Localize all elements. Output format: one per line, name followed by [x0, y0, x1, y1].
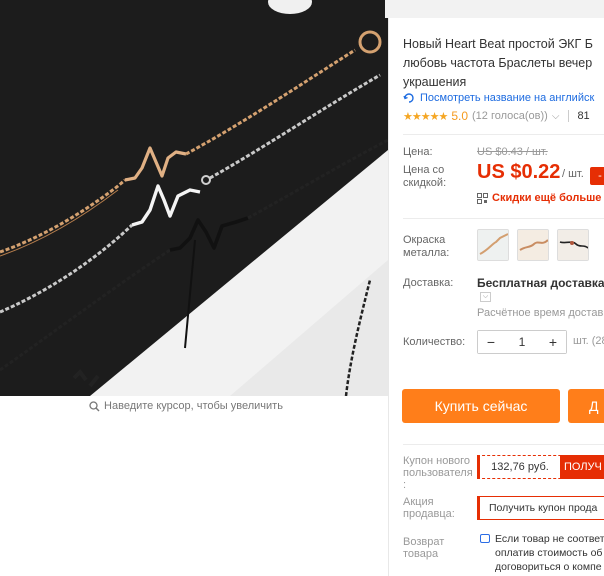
rating-row: ★★★★★ 5.0 (12 голоса(ов)) ⌵ 81	[403, 109, 590, 123]
rating-value: 5.0	[451, 109, 468, 123]
color-label-2: металла:	[403, 247, 450, 259]
translate-link-text[interactable]: Посмотреть название на английск	[420, 92, 594, 104]
new-user-coupon-label-2: пользователя	[403, 467, 473, 479]
shipping-label: Доставка:	[403, 277, 454, 289]
quantity-value[interactable]: 1	[504, 335, 540, 349]
shipping-text: Бесплатная доставка в	[477, 276, 604, 290]
qr-code-icon	[477, 192, 488, 204]
divider	[403, 444, 604, 445]
product-page: Наведите курсор, чтобы увеличить Новый H…	[0, 0, 604, 576]
buy-now-button[interactable]: Купить сейчас	[402, 389, 560, 423]
quantity-available: шт. (28	[573, 335, 604, 347]
quantity-label: Количество:	[403, 336, 466, 348]
return-policy: Если товар не соответ оплатив стоимость …	[480, 532, 604, 574]
product-image[interactable]	[0, 0, 388, 396]
price-label: Цена:	[403, 146, 433, 158]
title-line-2: любовь частота Браслеты вечер	[403, 56, 593, 70]
seller-coupon-button[interactable]: Получить купон прода	[477, 496, 604, 520]
return-line-1: Если товар не соответ	[480, 532, 604, 546]
zoom-hint-text: Наведите курсор, чтобы увеличить	[104, 400, 283, 412]
divider	[403, 218, 604, 219]
quantity-stepper: − 1 +	[477, 330, 567, 354]
original-price: US $0.43 / шт.	[477, 146, 548, 158]
swatch-rose-gold[interactable]	[477, 229, 509, 261]
rating-separator	[568, 110, 570, 122]
return-line-2: оплатив стоимость об	[495, 547, 603, 559]
discount-price-label-1: Цена со	[403, 164, 445, 176]
star-rating-icon: ★★★★★	[403, 110, 448, 123]
color-swatches	[477, 229, 589, 261]
swatch-rose-gold-image	[478, 230, 508, 260]
orders-count: 81	[577, 110, 590, 122]
chevron-down-icon[interactable]: ⌵	[552, 111, 560, 122]
translate-link[interactable]: Посмотреть название на английск	[403, 92, 594, 104]
quantity-increment-button[interactable]: +	[540, 331, 566, 353]
magnifier-icon	[89, 400, 100, 411]
return-policy-icon	[480, 534, 490, 543]
delivery-time: Расчётное время доставк	[477, 307, 604, 319]
return-line-1-text: Если товар не соответ	[495, 533, 604, 545]
top-bar	[385, 0, 604, 18]
get-coupon-button[interactable]: ПОЛУЧ	[560, 455, 604, 479]
new-user-coupon-label-3: :	[403, 479, 407, 491]
divider	[403, 134, 604, 135]
column-divider	[388, 0, 389, 576]
promo-text[interactable]: Скидки ещё больше в	[492, 192, 604, 204]
votes-count[interactable]: (12 голоса(ов))	[472, 110, 548, 122]
swatch-gold-image	[518, 230, 548, 260]
translate-icon	[403, 93, 414, 103]
coupon-amount: 132,76 руб.	[491, 461, 549, 473]
title-line-1: Новый Heart Beat простой ЭКГ Б	[403, 37, 593, 51]
swatch-black-image	[558, 230, 588, 260]
quantity-decrement-button[interactable]: −	[478, 331, 504, 353]
zoom-hint: Наведите курсор, чтобы увеличить	[0, 400, 372, 412]
bracelet-photo	[0, 0, 388, 396]
swatch-gold[interactable]	[517, 229, 549, 261]
title-line-3: украшения	[403, 75, 467, 89]
swatch-black[interactable]	[557, 229, 589, 261]
price-unit: / шт.	[562, 168, 584, 180]
return-line-3: договориться о компе	[495, 561, 602, 573]
discount-badge: -	[590, 167, 604, 185]
color-label-1: Окраска	[403, 234, 446, 246]
shipping-dropdown-chevron-icon[interactable]: ⌵	[480, 292, 491, 302]
return-label-2: товара	[403, 548, 439, 560]
product-title: Новый Heart Beat простой ЭКГ Б любовь ча…	[403, 35, 604, 92]
current-price: US $0.22	[477, 161, 561, 183]
discount-price-label-2: скидкой:	[403, 177, 447, 189]
new-user-coupon: 132,76 руб. ПОЛУЧ	[477, 455, 604, 479]
add-to-cart-button[interactable]: Д	[568, 389, 604, 423]
promo-link[interactable]: Скидки ещё больше в	[477, 192, 604, 204]
seller-promo-label-2: продавца:	[403, 508, 455, 520]
